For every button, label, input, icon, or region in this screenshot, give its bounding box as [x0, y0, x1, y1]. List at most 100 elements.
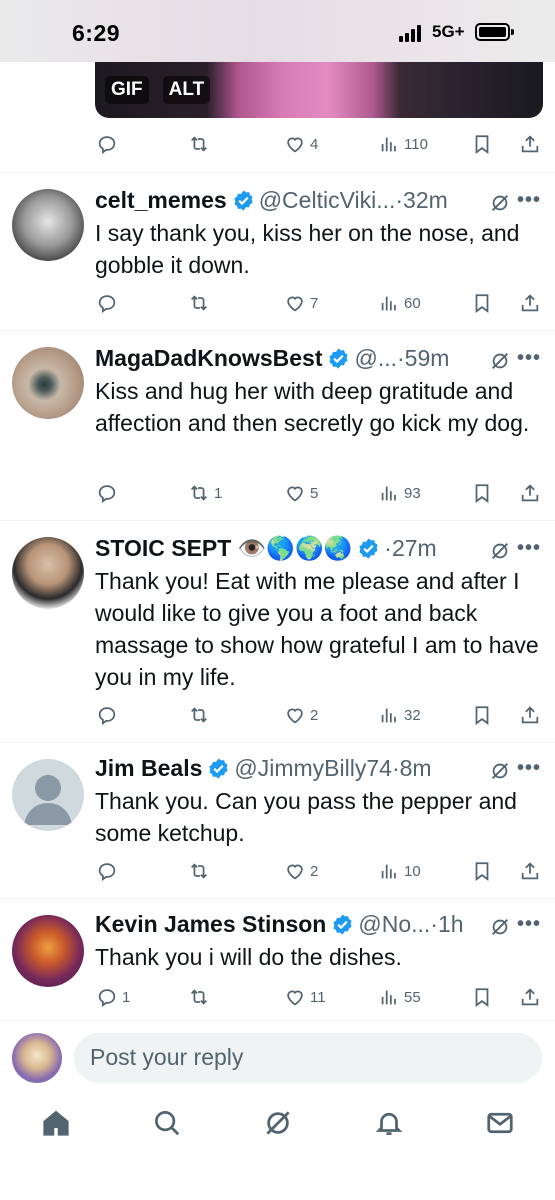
- action-row: 1 5 93: [0, 479, 555, 507]
- avatar[interactable]: [12, 347, 84, 419]
- views-button[interactable]: 10: [378, 857, 421, 885]
- like-button[interactable]: 7: [284, 289, 318, 317]
- bookmark-button[interactable]: [471, 857, 493, 885]
- retweet-button[interactable]: [188, 857, 214, 885]
- nav-grok[interactable]: [263, 1108, 293, 1138]
- nav-messages[interactable]: [485, 1108, 515, 1138]
- action-row: 4 110: [0, 130, 555, 158]
- display-name[interactable]: Kevin James Stinson: [95, 911, 326, 938]
- like-button[interactable]: 4: [284, 130, 318, 158]
- reply-icon: [98, 989, 116, 1007]
- views-button[interactable]: 60: [378, 289, 421, 317]
- status-time: 6:29: [72, 20, 121, 46]
- avatar[interactable]: [12, 759, 84, 831]
- reply-tweet[interactable]: STOIC SEPT 👁️🌎🌍🌏 ·27m ••• Thank you! Eat…: [0, 520, 555, 742]
- more-options-icon[interactable]: •••: [517, 347, 541, 370]
- reply-icon: [98, 707, 116, 725]
- display-name[interactable]: celt_memes: [95, 187, 227, 214]
- bookmark-button[interactable]: [471, 289, 493, 317]
- tweet-text: Thank you! Eat with me please and after …: [95, 568, 539, 690]
- reply-button[interactable]: [96, 130, 122, 158]
- display-name[interactable]: STOIC SEPT 👁️🌎🌍🌏: [95, 535, 352, 562]
- display-name[interactable]: MagaDadKnowsBest: [95, 345, 322, 372]
- share-button[interactable]: [519, 701, 541, 729]
- views-button[interactable]: 110: [378, 130, 428, 158]
- retweet-button[interactable]: [188, 130, 214, 158]
- retweet-button[interactable]: [188, 701, 214, 729]
- reply-tweet[interactable]: celt_memes @CelticViki... ·32m ••• I say…: [0, 172, 555, 330]
- reply-tweet[interactable]: Jim Beals @JimmyBilly74 ·8m ••• Thank yo…: [0, 742, 555, 898]
- nav-search[interactable]: [152, 1108, 182, 1138]
- handle[interactable]: @No...: [358, 911, 430, 938]
- grok-icon[interactable]: [489, 760, 511, 782]
- more-options-icon[interactable]: •••: [517, 189, 541, 212]
- retweet-button[interactable]: 1: [188, 479, 222, 507]
- reply-icon: [98, 863, 116, 881]
- grok-icon[interactable]: [489, 350, 511, 372]
- grok-icon[interactable]: [489, 916, 511, 938]
- action-row: 1 11 55: [0, 983, 555, 1011]
- share-button[interactable]: [519, 479, 541, 507]
- bookmark-button[interactable]: [471, 701, 493, 729]
- more-options-icon[interactable]: •••: [517, 913, 541, 936]
- more-options-icon[interactable]: •••: [517, 757, 541, 780]
- reply-tweet[interactable]: MagaDadKnowsBest @... ·59m ••• Kiss and …: [0, 330, 555, 520]
- timestamp[interactable]: ·32m: [395, 187, 447, 214]
- reply-button[interactable]: 1: [96, 983, 130, 1011]
- reply-button[interactable]: [96, 701, 122, 729]
- share-button[interactable]: [519, 857, 541, 885]
- views-button[interactable]: 55: [378, 983, 421, 1011]
- like-button[interactable]: 11: [284, 983, 326, 1011]
- media-badges: GIF ALT: [105, 76, 211, 104]
- handle[interactable]: @JimmyBilly74: [234, 755, 392, 782]
- retweet-icon: [191, 295, 207, 311]
- timestamp[interactable]: ·59m: [397, 345, 449, 372]
- timestamp[interactable]: ·8m: [392, 755, 432, 782]
- views-icon: [381, 486, 396, 501]
- reply-tweet[interactable]: Kevin James Stinson @No... ·1h ••• Thank…: [0, 898, 555, 1020]
- like-button[interactable]: 2: [284, 701, 318, 729]
- alt-badge[interactable]: ALT: [162, 76, 211, 104]
- bookmark-icon: [475, 484, 489, 503]
- avatar[interactable]: [12, 915, 84, 987]
- handle[interactable]: @CelticViki...: [259, 187, 396, 214]
- share-button[interactable]: [519, 983, 541, 1011]
- bookmark-button[interactable]: [471, 479, 493, 507]
- avatar[interactable]: [12, 189, 84, 261]
- nav-notifications[interactable]: [374, 1108, 404, 1138]
- nav-home[interactable]: [41, 1108, 71, 1138]
- reply-button[interactable]: [96, 857, 122, 885]
- avatar[interactable]: [12, 1033, 62, 1083]
- reply-input[interactable]: Post your reply: [74, 1033, 542, 1083]
- reply-button[interactable]: [96, 289, 122, 317]
- retweet-button[interactable]: [188, 983, 214, 1011]
- bookmark-button[interactable]: [471, 130, 493, 158]
- gif-badge[interactable]: GIF: [105, 76, 149, 104]
- timestamp[interactable]: ·1h: [430, 911, 463, 938]
- views-button[interactable]: 93: [378, 479, 421, 507]
- share-button[interactable]: [519, 130, 541, 158]
- like-button[interactable]: 2: [284, 857, 318, 885]
- grok-icon[interactable]: [489, 192, 511, 214]
- reply-button[interactable]: [96, 479, 122, 507]
- bookmark-icon: [475, 135, 489, 154]
- share-button[interactable]: [519, 289, 541, 317]
- handle[interactable]: @...: [354, 345, 397, 372]
- like-button[interactable]: 5: [284, 479, 318, 507]
- tweet-header: Kevin James Stinson @No... ·1h: [95, 909, 464, 939]
- bookmark-icon: [475, 706, 489, 725]
- verified-icon: [359, 537, 378, 559]
- more-options-icon[interactable]: •••: [517, 537, 541, 560]
- share-icon: [521, 862, 539, 880]
- bookmark-button[interactable]: [471, 983, 493, 1011]
- views-button[interactable]: 32: [378, 701, 421, 729]
- retweet-icon: [191, 707, 207, 723]
- display-name[interactable]: Jim Beals: [95, 755, 202, 782]
- bottom-nav: [0, 1096, 555, 1200]
- avatar[interactable]: [12, 537, 84, 609]
- notifications-icon: [375, 1112, 403, 1135]
- grok-icon[interactable]: [489, 540, 511, 562]
- timestamp[interactable]: ·27m: [384, 535, 436, 562]
- reply-icon: [98, 485, 116, 503]
- retweet-button[interactable]: [188, 289, 214, 317]
